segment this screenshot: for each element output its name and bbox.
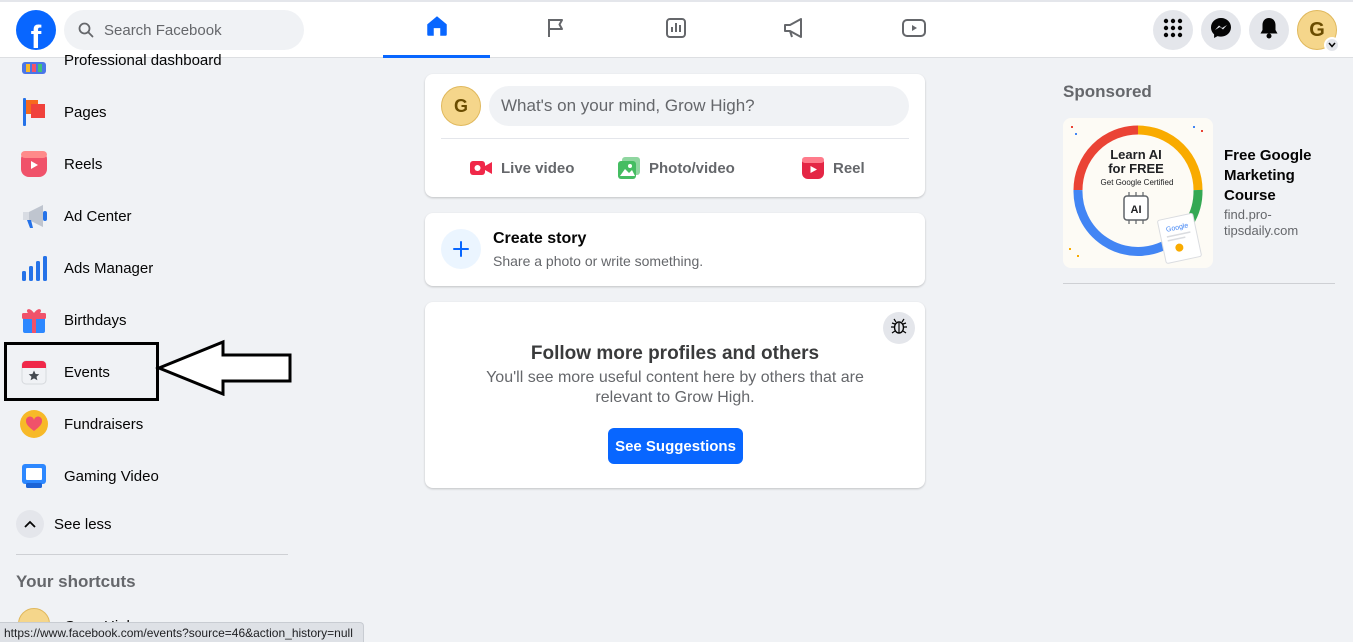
reels-icon bbox=[18, 148, 50, 180]
sidebar-item-fundraisers[interactable]: Fundraisers bbox=[8, 398, 292, 450]
bug-icon bbox=[890, 317, 908, 340]
live-video-button[interactable]: Live video bbox=[469, 150, 574, 186]
ad-domain[interactable]: find.pro-tipsdaily.com bbox=[1224, 207, 1334, 239]
menu-button[interactable] bbox=[1153, 10, 1193, 50]
follow-description: You'll see more useful content here by o… bbox=[486, 369, 864, 406]
sidebar-item-professional-dashboard[interactable]: Professional dashboard bbox=[8, 36, 292, 84]
report-bug-button[interactable] bbox=[883, 312, 915, 344]
tab-video[interactable] bbox=[860, 2, 967, 58]
reel-button[interactable]: Reel bbox=[801, 150, 865, 186]
follow-title: Follow more profiles and others bbox=[530, 343, 820, 364]
composer-avatar[interactable]: G bbox=[441, 86, 481, 126]
svg-text:Learn AI: Learn AI bbox=[1110, 147, 1162, 162]
play-icon bbox=[901, 16, 927, 45]
sidebar-divider bbox=[16, 554, 288, 555]
notifications-button[interactable] bbox=[1249, 10, 1289, 50]
megaphone-icon bbox=[782, 16, 808, 45]
google-ai-ad-graphic: Learn AI for FREE Get Google Certified A… bbox=[1069, 125, 1203, 264]
live-video-icon bbox=[469, 156, 493, 180]
browser-status-bar-url: https://www.facebook.com/events?source=4… bbox=[0, 622, 364, 642]
create-story-title: Create story bbox=[493, 230, 587, 247]
composer-input[interactable]: What's on your mind, Grow High? bbox=[489, 86, 909, 126]
bar-chart-icon bbox=[18, 252, 50, 284]
heart-icon bbox=[18, 408, 50, 440]
sponsored-heading: Sponsored bbox=[1063, 82, 1152, 101]
sidebar-item-ads-manager[interactable]: Ads Manager bbox=[8, 242, 292, 294]
reel-icon bbox=[801, 156, 825, 180]
right-column-divider bbox=[1063, 283, 1335, 284]
create-story-card[interactable]: Create story Share a photo or write some… bbox=[425, 213, 925, 286]
post-composer-card: G What's on your mind, Grow High? Live v… bbox=[425, 74, 925, 197]
photo-video-button[interactable]: Photo/video bbox=[617, 150, 735, 186]
annotation-arrow bbox=[155, 339, 292, 396]
gift-icon bbox=[18, 304, 50, 336]
see-suggestions-button[interactable]: See Suggestions bbox=[608, 428, 743, 464]
photo-icon bbox=[617, 156, 641, 180]
create-story-subtitle: Share a photo or write something. bbox=[493, 253, 704, 269]
svg-text:for FREE: for FREE bbox=[1108, 161, 1164, 176]
ad-image[interactable]: Learn AI for FREE Get Google Certified A… bbox=[1063, 118, 1213, 268]
gaming-icon bbox=[18, 460, 50, 492]
chevron-up-icon bbox=[16, 510, 44, 538]
tab-home[interactable] bbox=[383, 2, 490, 58]
pages-icon bbox=[18, 96, 50, 128]
ad-title[interactable]: Free Google Marketing Course bbox=[1224, 146, 1344, 206]
sidebar-item-reels[interactable]: Reels bbox=[8, 138, 292, 190]
sidebar-item-ad-center[interactable]: Ad Center bbox=[8, 190, 292, 242]
messenger-button[interactable] bbox=[1201, 10, 1241, 50]
annotation-highlight-box bbox=[4, 342, 159, 401]
sidebar-item-gaming-video[interactable]: Gaming Video bbox=[8, 450, 292, 502]
home-icon bbox=[424, 13, 450, 44]
shortcuts-heading: Your shortcuts bbox=[16, 572, 136, 591]
chevron-down-icon bbox=[1324, 37, 1340, 53]
messenger-icon bbox=[1210, 17, 1232, 44]
tab-insights[interactable] bbox=[622, 2, 729, 58]
sidebar-item-pages[interactable]: Pages bbox=[8, 86, 292, 138]
flag-icon bbox=[544, 16, 568, 45]
plus-icon bbox=[441, 229, 481, 269]
composer-divider bbox=[441, 138, 909, 139]
grid-icon bbox=[1163, 18, 1183, 43]
svg-text:AI: AI bbox=[1131, 204, 1142, 216]
tab-pages[interactable] bbox=[502, 2, 609, 58]
account-avatar-button[interactable]: G bbox=[1297, 10, 1340, 53]
follow-suggestions-card: Follow more profiles and others You'll s… bbox=[425, 302, 925, 488]
chart-icon bbox=[664, 16, 688, 45]
see-less-button[interactable]: See less bbox=[8, 500, 292, 548]
tab-ad-center[interactable] bbox=[741, 2, 848, 58]
bell-icon bbox=[1259, 17, 1279, 44]
dashboard-icon bbox=[18, 44, 50, 76]
megaphone-icon bbox=[18, 200, 50, 232]
svg-text:Get Google Certified: Get Google Certified bbox=[1101, 178, 1174, 187]
